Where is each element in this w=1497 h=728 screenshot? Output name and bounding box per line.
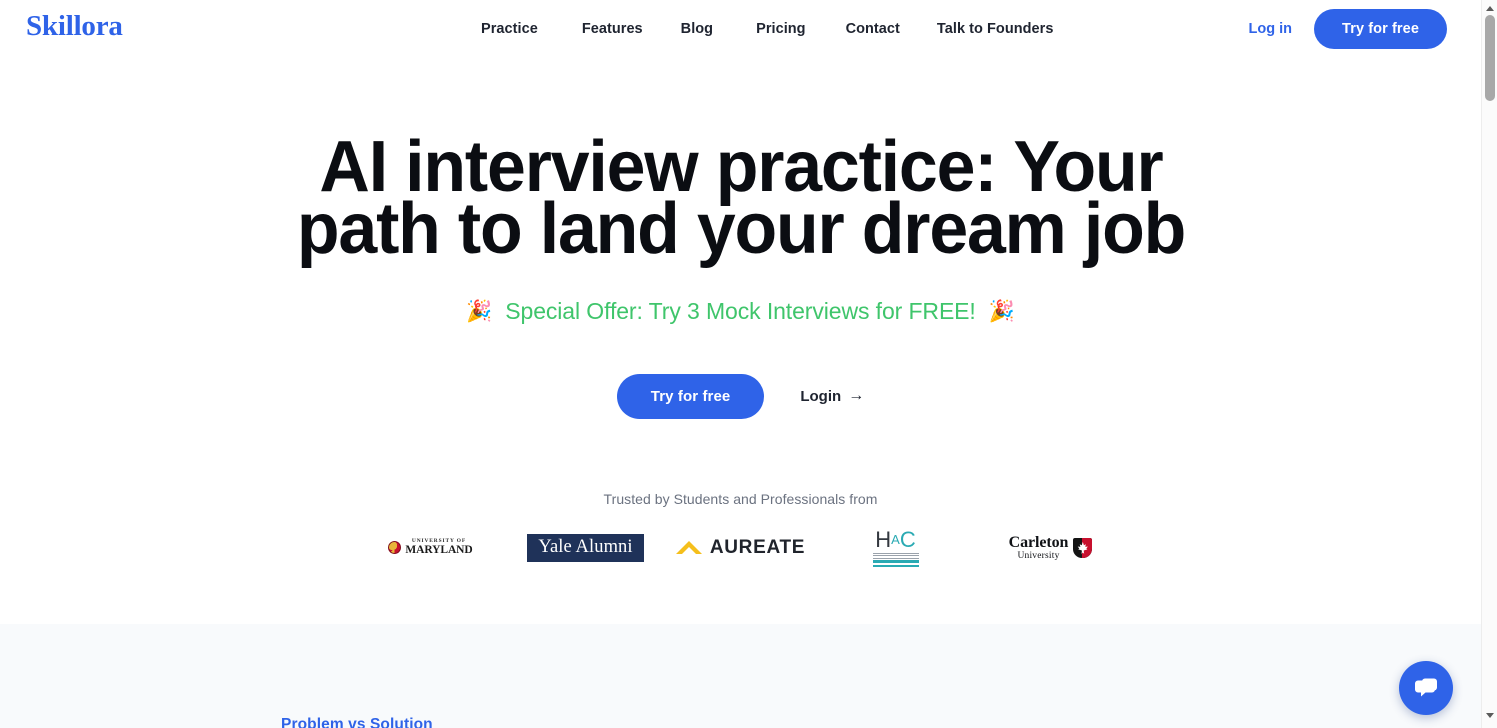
main-navigation: Practice Features Blog Pricing Contact T… <box>481 20 1053 38</box>
partner-logo-carleton-university: Carleton University <box>971 528 1131 568</box>
hero-login-link[interactable]: Login → <box>800 388 864 405</box>
header-actions: Log in Try for free <box>1249 9 1447 49</box>
hero-offer-text: Special Offer: Try 3 Mock Interviews for… <box>505 298 976 324</box>
maryland-logo-line2: MARYLAND <box>405 544 473 557</box>
nav-label-pricing: Pricing <box>756 21 806 37</box>
chat-widget-button[interactable] <box>1399 661 1453 715</box>
nav-label-talk-to-founders: Talk to Founders <box>936 21 1054 37</box>
nav-label-features: Features <box>581 21 643 37</box>
arrow-right-icon: → <box>848 387 865 405</box>
hero-try-for-free-button[interactable]: Try for free <box>616 373 765 419</box>
hac-logo-tagline-lines <box>872 552 919 567</box>
scrollbar-thumb[interactable] <box>1485 15 1495 101</box>
header-login-link[interactable]: Log in <box>1249 21 1293 37</box>
scrollbar-up-arrow-icon[interactable] <box>1482 1 1497 15</box>
party-popper-icon-left: 🎉 <box>466 300 493 324</box>
scrollbar-down-arrow-icon[interactable] <box>1482 708 1497 722</box>
nav-label-contact: Contact <box>845 21 900 37</box>
nav-item-blog[interactable]: Blog <box>681 20 713 38</box>
header-try-for-free-button[interactable]: Try for free <box>1314 9 1447 49</box>
carleton-logo-line1: Carleton <box>1008 533 1069 551</box>
nav-item-talk-to-founders[interactable]: Talk to Founders <box>937 20 1054 38</box>
hero-section: AI interview practice: Your path to land… <box>0 58 1481 568</box>
partner-logo-yale-alumni: Yale Alumni <box>511 528 661 568</box>
maple-leaf-icon <box>1077 541 1088 554</box>
aureate-logo-text: AUREATE <box>709 536 806 558</box>
hero-login-label: Login <box>800 387 842 405</box>
page-scrollbar[interactable] <box>1481 0 1497 728</box>
hac-logo-text: HAC <box>875 526 916 552</box>
hero-special-offer: 🎉 Special Offer: Try 3 Mock Interviews f… <box>0 297 1481 327</box>
nav-label-practice: Practice <box>481 21 538 37</box>
section-eyebrow-problem-vs-solution: Problem vs Solution <box>281 716 433 728</box>
partner-logo-aureate: AUREATE <box>661 528 821 568</box>
chat-bubble-icon <box>1415 678 1437 697</box>
nav-item-features[interactable]: Features <box>582 20 643 38</box>
party-popper-icon-right: 🎉 <box>988 300 1015 324</box>
trusted-by-section: Trusted by Students and Professionals fr… <box>0 491 1481 568</box>
aureate-chevron-icon <box>675 541 702 555</box>
nav-item-practice[interactable]: Practice <box>481 20 538 38</box>
carleton-shield-icon <box>1073 537 1093 558</box>
nav-label-blog: Blog <box>680 21 714 37</box>
brand-logo[interactable]: Skillora <box>26 12 123 41</box>
browser-page: Skillora Practice Features Blog Pricing … <box>0 0 1497 728</box>
maryland-seal-icon <box>388 541 402 555</box>
site-header: Skillora Practice Features Blog Pricing … <box>0 0 1481 58</box>
trusted-by-label: Trusted by Students and Professionals fr… <box>603 490 878 507</box>
page-viewport: Skillora Practice Features Blog Pricing … <box>0 0 1481 728</box>
hero-cta-group: Try for free Login → <box>0 373 1481 419</box>
yale-alumni-logo-text: Yale Alumni <box>527 533 644 563</box>
carleton-logo-line2: University <box>1017 550 1060 561</box>
partner-logo-row: UNIVERSITY OF MARYLAND Yale Alumni AUREA… <box>0 528 1481 568</box>
partner-logo-hac: HAC <box>821 528 971 568</box>
problem-vs-solution-section: Problem vs Solution <box>0 624 1481 728</box>
nav-item-pricing[interactable]: Pricing <box>756 20 806 38</box>
nav-item-contact[interactable]: Contact <box>846 20 900 38</box>
hero-headline: AI interview practice: Your path to land… <box>296 127 1185 269</box>
partner-logo-university-of-maryland: UNIVERSITY OF MARYLAND <box>351 528 511 568</box>
